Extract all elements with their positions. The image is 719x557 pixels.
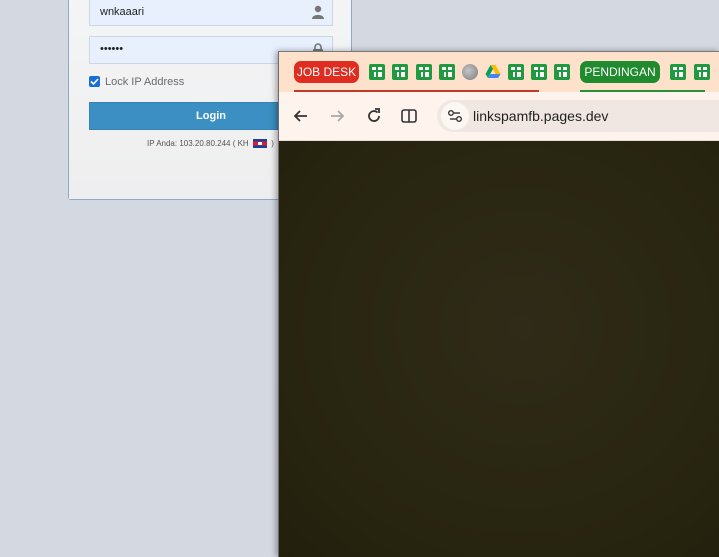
forward-button[interactable] bbox=[327, 106, 347, 126]
bookmark-folder-job-desk[interactable]: JOB DESK bbox=[294, 61, 539, 92]
sheets-icon[interactable] bbox=[416, 64, 432, 80]
cambodia-flag-icon bbox=[252, 139, 267, 149]
back-button[interactable] bbox=[291, 106, 311, 126]
sheets-icon[interactable] bbox=[554, 64, 570, 80]
sheets-icon[interactable] bbox=[531, 64, 547, 80]
reload-icon bbox=[368, 108, 380, 122]
sheets-icon[interactable] bbox=[694, 64, 710, 80]
ip-label-end: ) bbox=[271, 139, 274, 148]
url-text: linkspamfb.pages.dev bbox=[473, 108, 609, 124]
reload-button[interactable] bbox=[364, 106, 384, 126]
sheets-icon[interactable] bbox=[508, 64, 524, 80]
username-field[interactable]: wnkaaari bbox=[89, 0, 333, 26]
tune-icon bbox=[447, 109, 462, 122]
browser-window: JOB DESK PENDINGAN linkspamfb.pages.dev bbox=[278, 51, 719, 557]
sheets-icon[interactable] bbox=[369, 64, 385, 80]
browser-toolbar: linkspamfb.pages.dev bbox=[279, 92, 719, 141]
sheets-icon[interactable] bbox=[439, 64, 455, 80]
bookmark-folder-pendingan[interactable]: PENDINGAN bbox=[580, 61, 705, 92]
page-content bbox=[279, 141, 719, 557]
ip-address-text: IP Anda: 103.20.80.244 ( KH ) bbox=[147, 139, 274, 149]
split-screen-icon bbox=[401, 109, 417, 123]
site-settings-button[interactable] bbox=[441, 102, 469, 130]
lock-ip-checkbox[interactable] bbox=[89, 76, 100, 87]
split-view-button[interactable] bbox=[399, 106, 419, 126]
user-icon bbox=[312, 5, 324, 19]
sheets-icon[interactable] bbox=[392, 64, 408, 80]
arrow-right-icon bbox=[331, 110, 345, 122]
bookmarks-bar: JOB DESK PENDINGAN bbox=[279, 52, 719, 92]
check-icon bbox=[90, 78, 99, 86]
lock-ip-label: Lock IP Address bbox=[105, 76, 185, 88]
arrow-left-icon bbox=[293, 110, 307, 122]
google-drive-icon[interactable] bbox=[485, 64, 501, 80]
globe-icon[interactable] bbox=[462, 64, 478, 80]
password-value: •••••• bbox=[100, 43, 124, 55]
sheets-icon[interactable] bbox=[670, 64, 686, 80]
username-value: wnkaaari bbox=[100, 6, 145, 18]
ip-label: IP Anda: 103.20.80.244 ( KH bbox=[147, 139, 249, 148]
address-bar[interactable]: linkspamfb.pages.dev bbox=[437, 100, 719, 132]
